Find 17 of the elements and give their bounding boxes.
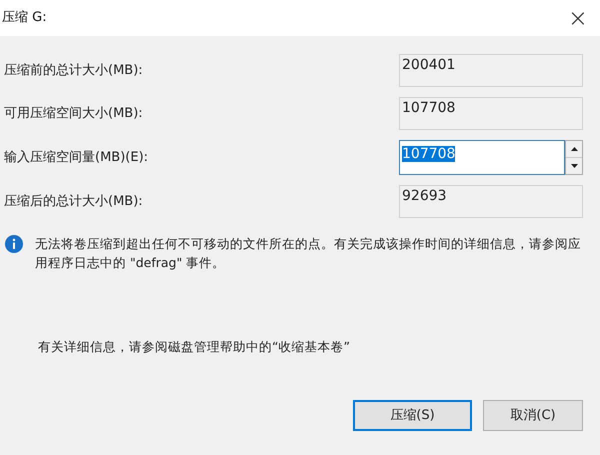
field-label: 压缩前的总计大小(MB): (3, 62, 143, 80)
info-message: 无法将卷压缩到超出任何不可移动的文件所在的点。有关完成该操作时间的详细信息，请参阅应用程序日志中的 "defrag" 事件。 (35, 235, 582, 272)
field-label: 输入压缩空间量(MB)(E): (3, 148, 148, 167)
up-arrow-icon (570, 147, 578, 151)
dialog-button[interactable]: 取消(C) (483, 400, 583, 431)
number-field[interactable]: 107708 (399, 140, 565, 175)
dialog-button[interactable]: 压缩(S) (353, 400, 472, 431)
window-title: 压缩 G: (2, 9, 47, 28)
field-label: 压缩后的总计大小(MB): (3, 192, 143, 211)
value-field: 107708 (399, 97, 583, 130)
info-icon (5, 235, 23, 253)
value-field: 200401 (399, 54, 583, 87)
value-field: 92693 (399, 185, 583, 218)
close-button[interactable]: × (568, 6, 588, 30)
help-text: 有关详细信息，请参阅磁盘管理帮助中的“收缩基本卷” (37, 338, 351, 356)
field-label: 可用压缩空间大小(MB): (3, 104, 143, 123)
down-arrow-icon (570, 164, 578, 168)
